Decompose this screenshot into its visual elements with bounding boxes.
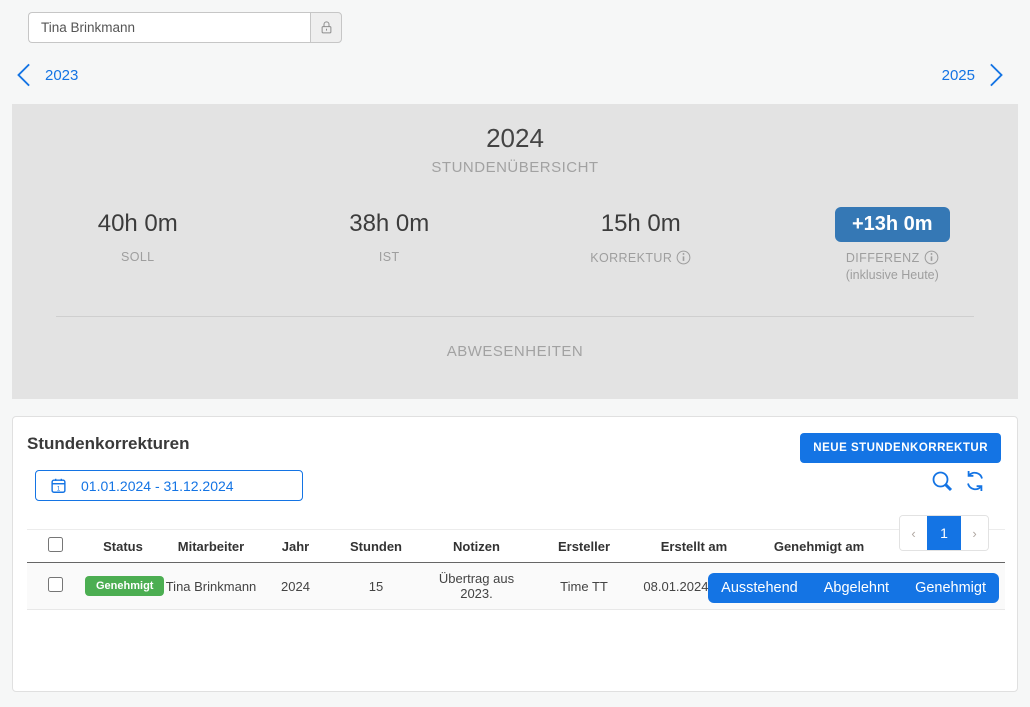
stat-ist-label: IST [379,250,400,264]
col-notizen: Notizen [420,530,533,563]
cell-stunden: 15 [332,563,420,610]
search-icon [930,469,954,493]
employee-name-input[interactable] [28,12,310,43]
stat-differenz-label: DIFFERENZ [846,251,920,265]
cell-notizen: Übertrag aus 2023. [420,563,533,610]
row-select-cell [27,563,83,610]
cell-ersteller: Time TT [533,563,635,610]
table-header-row: Status Mitarbeiter Jahr Stunden Notizen … [27,530,1005,563]
status-filter-group: Ausstehend Abgelehnt Genehmigt [708,573,999,603]
differenz-badge: +13h 0m [835,207,950,242]
row-checkbox[interactable] [48,577,63,592]
stat-soll-label: SOLL [121,250,155,264]
stats-row: 40h 0m SOLL 38h 0m IST 15h 0m KORREKTUR … [12,204,1018,282]
pagination-prev-button[interactable]: ‹ [900,516,927,550]
select-all-checkbox[interactable] [48,537,63,552]
refresh-icon [963,469,987,493]
lock-icon [319,20,334,35]
overview-divider [56,316,974,317]
cell-jahr: 2024 [259,563,332,610]
date-range-picker[interactable]: 1 01.01.2024 - 31.12.2024 [35,470,303,501]
next-year-label: 2025 [942,67,975,84]
cell-mitarbeiter: Tina Brinkmann [163,563,259,610]
stat-ist-value: 38h 0m [349,210,429,238]
new-correction-button[interactable]: NEUE STUNDENKORREKTUR [800,433,1001,463]
stat-differenz: +13h 0m DIFFERENZ (inklusive Heute) [767,204,1019,282]
prev-year-link[interactable]: 2023 [16,62,78,88]
hours-overview-panel: 2024 STUNDENÜBERSICHT 40h 0m SOLL 38h 0m… [12,104,1018,399]
overview-subtitle: STUNDENÜBERSICHT [12,159,1018,176]
stat-soll-value: 40h 0m [98,210,178,238]
col-mitarbeiter: Mitarbeiter [163,530,259,563]
svg-text:1: 1 [57,485,61,492]
stat-korrektur: 15h 0m KORREKTUR [515,204,767,282]
info-icon[interactable] [676,250,691,265]
select-all-cell [27,530,83,563]
next-year-link[interactable]: 2025 [942,62,1004,88]
filter-abgelehnt-button[interactable]: Abgelehnt [811,573,902,603]
stat-korrektur-value: 15h 0m [601,210,681,238]
stat-ist: 38h 0m IST [264,204,516,282]
pagination: ‹ 1 › [899,515,989,551]
refresh-button[interactable] [963,469,987,493]
col-status: Status [83,530,163,563]
corrections-panel: Stundenkorrekturen NEUE STUNDENKORREKTUR… [12,416,1018,692]
search-button[interactable] [930,469,954,493]
lock-button[interactable] [310,12,342,43]
cell-status: Genehmigt [83,563,163,610]
filter-genehmigt-button[interactable]: Genehmigt [902,573,999,603]
col-erstellt-am: Erstellt am [635,530,753,563]
col-stunden: Stunden [332,530,420,563]
date-range-label: 01.01.2024 - 31.12.2024 [81,478,234,494]
col-genehmigt-am: Genehmigt am [753,530,885,563]
chevron-right-icon [989,62,1004,88]
pagination-next-button[interactable]: › [961,516,988,550]
absences-label: ABWESENHEITEN [12,343,1018,360]
overview-year-title: 2024 [12,121,1018,155]
chevron-left-icon [16,62,31,88]
info-icon[interactable] [924,250,939,265]
filter-ausstehend-button[interactable]: Ausstehend [708,573,811,603]
stat-korrektur-label: KORREKTUR [590,251,672,265]
differenz-note: (inklusive Heute) [767,268,1019,282]
stat-soll: 40h 0m SOLL [12,204,264,282]
status-badge: Genehmigt [85,576,164,596]
employee-filter [28,12,342,43]
prev-year-label: 2023 [45,67,78,84]
pagination-current-page[interactable]: 1 [927,516,961,550]
calendar-icon: 1 [50,477,67,494]
table-tools [930,469,987,493]
col-jahr: Jahr [259,530,332,563]
year-navigation: 2023 2025 [12,55,1018,95]
col-ersteller: Ersteller [533,530,635,563]
